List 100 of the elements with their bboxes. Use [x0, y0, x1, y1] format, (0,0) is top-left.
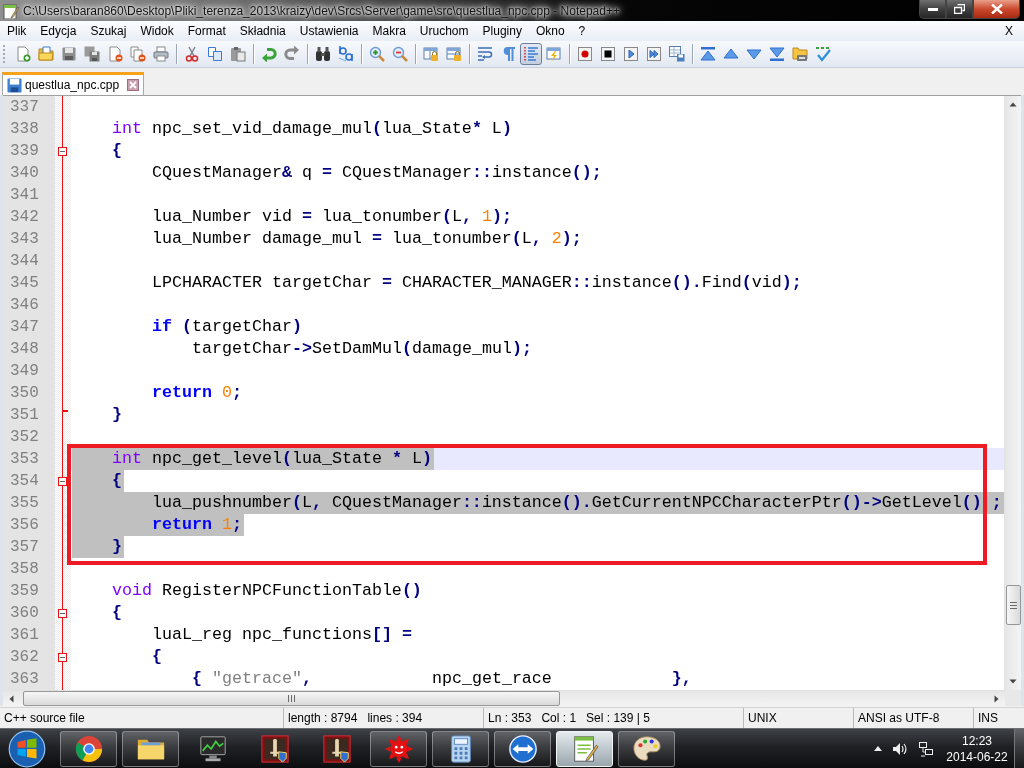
menu-item[interactable]: Ustawienia — [292, 21, 366, 41]
horizontal-scrollbar[interactable] — [3, 690, 1005, 706]
code-line: if (targetChar) — [152, 316, 302, 338]
minimize-button[interactable] — [919, 0, 946, 19]
line-number: 348 — [10, 340, 39, 358]
line-number: 360 — [10, 604, 39, 622]
line-number: 343 — [10, 230, 39, 248]
status-text: C++ source file — [4, 711, 85, 725]
menu-item[interactable]: ? — [571, 21, 593, 41]
line-number: 355 — [10, 494, 39, 512]
clock-date: 2014-06-22 — [946, 748, 1008, 765]
menu-item[interactable]: Szukaj — [83, 21, 134, 41]
show-desktop-button[interactable] — [1014, 729, 1024, 768]
line-number: 344 — [10, 252, 39, 270]
triangle-down-icon — [746, 46, 762, 62]
status-text: INS — [978, 711, 998, 725]
scrollbar-thumb[interactable] — [23, 691, 560, 706]
code-line: { "getrace", npc_get_race }, — [192, 668, 692, 690]
line-number: 342 — [10, 208, 39, 226]
tricolor-circle-icon — [73, 733, 104, 764]
floppy-disks-icon — [84, 46, 100, 62]
menu-item[interactable]: Makra — [365, 21, 413, 41]
taskbar-button[interactable] — [556, 730, 613, 767]
minus-box-icon[interactable] — [58, 146, 67, 156]
vertical-scrollbar[interactable] — [1004, 96, 1021, 690]
scrollbar-thumb[interactable] — [1005, 585, 1021, 625]
line-number: 359 — [10, 582, 39, 600]
minus-box-icon[interactable] — [58, 652, 67, 662]
line-number: 353 — [10, 450, 39, 468]
network-icon[interactable] — [918, 740, 934, 757]
triangle-up-icon — [723, 46, 739, 62]
line-number: 338 — [10, 120, 39, 138]
menu-item[interactable]: Edycja — [33, 21, 84, 41]
menu-item[interactable]: Okno — [528, 21, 572, 41]
check-mark-icon — [815, 46, 831, 62]
menu-item[interactable]: Plik — [0, 21, 34, 41]
line-number: 350 — [10, 384, 39, 402]
close-icon[interactable] — [127, 79, 140, 91]
code-line: } — [112, 404, 122, 426]
sword-shield-icon — [321, 733, 352, 764]
corner-tick-icon — [63, 410, 68, 412]
sun-face-icon — [383, 733, 414, 764]
code-line: lua_Number vid = lua_tonumber(L, 1); — [152, 206, 512, 228]
grip-icon[interactable] — [3, 44, 6, 64]
monitor-chart-icon — [197, 733, 228, 764]
menu-item[interactable]: Widok — [133, 21, 181, 41]
code-line: void RegisterNPCFunctionTable() — [112, 580, 422, 602]
line-number: 341 — [10, 186, 39, 204]
line-number: 349 — [10, 362, 39, 380]
text-wrap-icon — [477, 46, 493, 62]
line-number: 340 — [10, 164, 39, 182]
close-document-button[interactable]: X — [998, 21, 1020, 41]
line-number: 362 — [10, 648, 39, 666]
minus-box-icon[interactable] — [58, 608, 67, 618]
lightning-window-icon — [546, 46, 562, 62]
menu-item[interactable]: Pluginy — [475, 21, 529, 41]
stop-icon — [600, 46, 616, 62]
menu-item[interactable]: Format — [180, 21, 233, 41]
status-text: Ln : 353 — [488, 711, 532, 725]
line-number: 358 — [10, 560, 39, 578]
table-floppy-icon — [669, 46, 685, 62]
sword-shield-icon — [259, 733, 290, 764]
minimize-icon — [927, 7, 938, 11]
menu-item[interactable]: Uruchom — [412, 21, 476, 41]
code-line: targetChar->SetDamMul(damage_mul); — [192, 338, 532, 360]
line-number: 347 — [10, 318, 39, 336]
line-number: 356 — [10, 516, 39, 534]
code-line: CQuestManager& q = CQuestManager::instance(); — [152, 162, 602, 184]
line-number: 354 — [10, 472, 39, 490]
minus-box-icon[interactable] — [58, 476, 67, 486]
bar-triangle-down-icon — [769, 46, 785, 62]
line-number: 346 — [10, 296, 39, 314]
triangle-up-icon[interactable] — [874, 746, 882, 751]
menu-item[interactable]: Składnia — [232, 21, 293, 41]
redo-icon — [284, 46, 300, 62]
line-number: 345 — [10, 274, 39, 292]
restore-button[interactable] — [946, 0, 973, 19]
status-text: UNIX — [748, 711, 777, 725]
clock-time: 12:23 — [962, 732, 992, 749]
line-number: 351 — [10, 406, 39, 424]
scissors-icon — [184, 46, 200, 62]
folder-tape-icon — [792, 46, 808, 62]
code-line: lua_Number damage_mul = lua_tonumber(L, 2); — [152, 228, 582, 250]
status-text: ANSI as UTF-8 — [858, 711, 940, 725]
close-button[interactable] — [973, 0, 1020, 19]
status-text: Col : 1 — [541, 711, 577, 725]
file-tab[interactable]: questlua_npc.cpp — [2, 72, 145, 95]
status-text: length : 8794 — [288, 711, 358, 725]
code-line: LPCHARACTER targetChar = CHARACTER_MANAGER::instance().Find(vid); — [152, 272, 802, 294]
binoculars-icon — [315, 46, 331, 62]
restore-icon — [954, 4, 965, 14]
line-number: 352 — [10, 428, 39, 446]
code-line: return 0; — [152, 382, 242, 404]
line-number: 363 — [10, 670, 39, 688]
copy-icon — [207, 46, 223, 62]
close-icon — [990, 4, 1003, 14]
status-text: lines : 394 — [367, 711, 423, 725]
line-number: 357 — [10, 538, 39, 556]
orb-icon — [8, 729, 46, 768]
clipboard-icon — [230, 46, 246, 62]
